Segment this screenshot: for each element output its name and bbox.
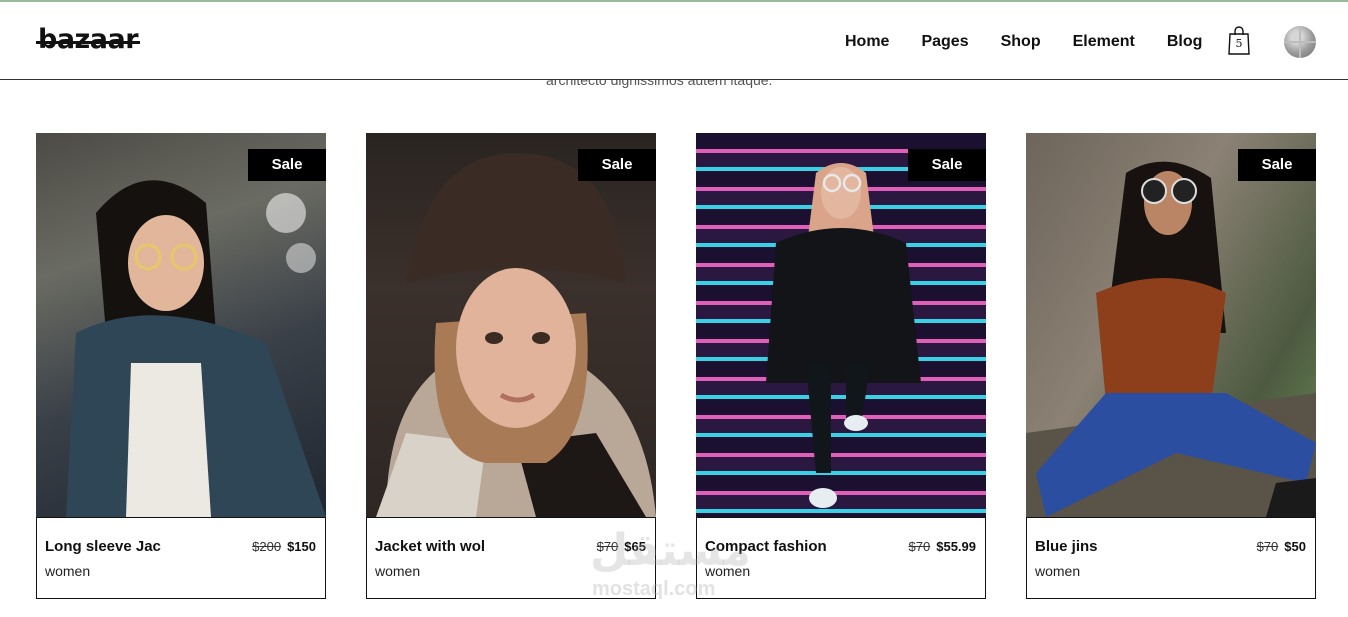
main-nav: Home Pages Shop Element Blog (845, 32, 1234, 52)
nav-blog[interactable]: Blog (1167, 32, 1203, 52)
product-card[interactable]: Sale Blue jins $70 $50 women (1026, 133, 1316, 599)
old-price: $200 (252, 539, 282, 554)
model-illustration (66, 180, 326, 517)
nav-element[interactable]: Element (1073, 32, 1135, 52)
product-name[interactable]: Long sleeve Jac (45, 538, 161, 555)
old-price: $70 (908, 539, 931, 554)
sale-badge: Sale (1238, 149, 1316, 181)
product-image[interactable]: Sale (696, 133, 986, 517)
nav-home[interactable]: Home (845, 32, 889, 52)
site-header: bazaar Home Pages Shop Element Blog 5 (0, 2, 1348, 80)
sale-badge: Sale (248, 149, 326, 181)
product-image[interactable]: Sale (1026, 133, 1316, 517)
product-category: women (1035, 563, 1081, 579)
product-image[interactable]: Sale (366, 133, 656, 517)
cart-button[interactable]: 5 (1227, 26, 1251, 56)
model-illustration (766, 163, 921, 508)
watermark-url: mostaql.com (592, 578, 716, 600)
product-prices: $70 $50 (1257, 539, 1306, 554)
product-category: women (45, 563, 91, 579)
product-card[interactable]: Sale Long sleeve Jac $200 $150 women (36, 133, 326, 599)
watermark-logo: مستقل (590, 525, 751, 576)
nav-shop[interactable]: Shop (1001, 32, 1041, 52)
product-image[interactable]: Sale (36, 133, 326, 517)
current-price: $50 (1284, 539, 1306, 554)
current-price: $150 (287, 539, 316, 554)
product-name[interactable]: Jacket with wol (375, 538, 485, 555)
nav-pages[interactable]: Pages (921, 32, 968, 52)
user-avatar[interactable] (1284, 26, 1316, 58)
product-prices: $200 $150 (252, 539, 316, 554)
site-logo[interactable]: bazaar (35, 24, 141, 55)
sale-badge: Sale (578, 149, 656, 181)
product-category: women (375, 563, 421, 579)
cart-count: 5 (1235, 37, 1243, 50)
product-name[interactable]: Blue jins (1035, 538, 1098, 555)
sale-badge: Sale (908, 149, 986, 181)
product-info: Blue jins $70 $50 women (1026, 517, 1316, 599)
product-prices: $70 $55.99 (909, 539, 976, 554)
model-illustration (376, 153, 656, 517)
current-price: $55.99 (936, 539, 976, 554)
model-illustration (1026, 161, 1316, 517)
product-info: Long sleeve Jac $200 $150 women (36, 517, 326, 599)
old-price: $70 (1256, 539, 1279, 554)
